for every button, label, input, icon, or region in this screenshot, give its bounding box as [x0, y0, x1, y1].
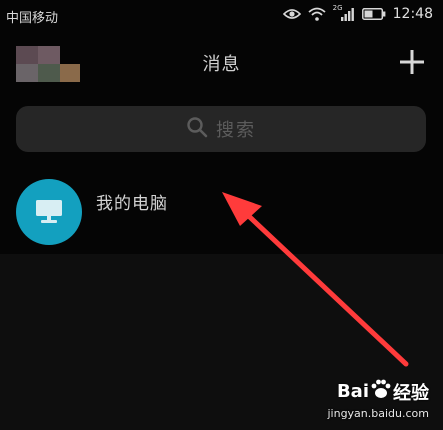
watermark-logo-right: 经验 — [393, 382, 429, 404]
page-title: 消息 — [202, 54, 241, 75]
carrier-name: 中国移动 — [6, 11, 59, 26]
status-bar: 中国移动 2G 12:48 — [0, 0, 443, 32]
search-placeholder: 搜索 — [216, 120, 256, 141]
watermark-logo: Bai 经验 — [337, 378, 429, 405]
paw-icon — [370, 378, 392, 405]
signal-icon: 2G — [332, 4, 355, 21]
plus-icon — [400, 50, 424, 74]
search-icon — [186, 116, 208, 142]
baidu-watermark: Bai 经验 jingyan.baidu.com — [305, 374, 433, 422]
list-item-my-computer[interactable]: 我的电脑 — [0, 168, 443, 254]
watermark-logo-left: Bai — [336, 381, 369, 402]
status-icons: 2G 12:48 — [282, 4, 433, 22]
add-button[interactable] — [397, 47, 427, 77]
monitor-icon — [36, 200, 62, 223]
status-clock: 12:48 — [392, 6, 433, 22]
network-type-label: 2G — [332, 4, 343, 12]
wifi-icon — [308, 7, 326, 21]
item-title: 我的电脑 — [96, 194, 168, 214]
search-bar[interactable]: 搜索 — [16, 106, 426, 152]
messages-screen: 中国移动 2G 12:48 消息 搜索 我的电脑 Bai 经验 jingyan.… — [0, 0, 443, 430]
top-header: 消息 — [0, 32, 443, 96]
eye-icon — [282, 8, 301, 20]
battery-icon — [361, 8, 386, 20]
item-avatar — [16, 179, 82, 245]
watermark-url: jingyan.baidu.com — [327, 407, 429, 420]
